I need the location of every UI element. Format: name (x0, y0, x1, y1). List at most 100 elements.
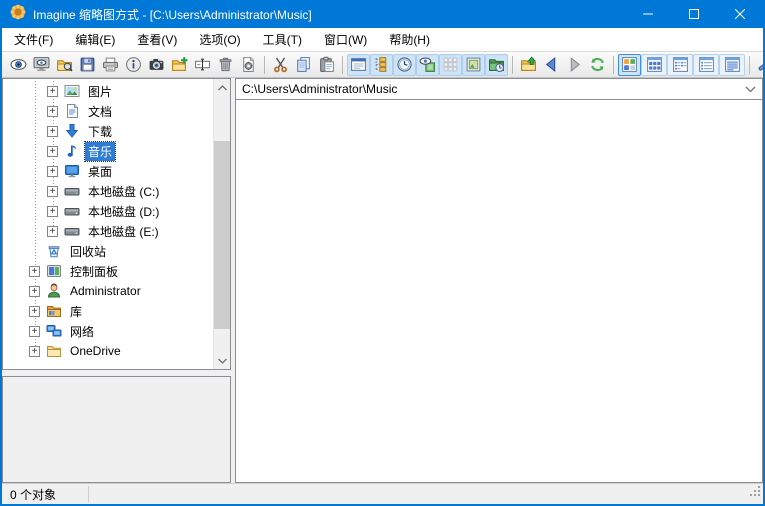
close-button[interactable] (717, 0, 763, 28)
view-list-button[interactable] (667, 54, 693, 76)
menu-help[interactable]: 帮助(H) (378, 28, 441, 52)
scroll-down-icon[interactable] (214, 352, 231, 369)
up-folder-button[interactable] (517, 54, 540, 76)
toolbar-separator (512, 56, 513, 74)
disk-icon (64, 183, 80, 199)
expand-icon[interactable] (29, 346, 40, 357)
documents-icon (64, 103, 80, 119)
toolbar-separator (264, 56, 265, 74)
toggle-preview-button[interactable] (416, 54, 439, 76)
rename-button[interactable] (191, 54, 214, 76)
properties-button[interactable] (237, 54, 260, 76)
chevron-down-icon[interactable] (745, 80, 756, 98)
statusbar-divider (88, 486, 89, 502)
copy-button[interactable] (292, 54, 315, 76)
fullscreen-button[interactable] (30, 54, 53, 76)
scrollbar-thumb[interactable] (214, 141, 230, 329)
menu-bar: 文件(F) 编辑(E) 查看(V) 选项(O) 工具(T) 窗口(W) 帮助(H… (2, 28, 763, 52)
expand-icon[interactable] (29, 266, 40, 277)
address-combobox[interactable]: C:\Users\Administrator\Music (235, 78, 763, 100)
menu-window[interactable]: 窗口(W) (313, 28, 378, 52)
minimize-button[interactable] (625, 0, 671, 28)
menu-file[interactable]: 文件(F) (3, 28, 64, 52)
expand-icon[interactable] (29, 286, 40, 297)
menu-options[interactable]: 选项(O) (188, 28, 251, 52)
thumbnail-content-pane[interactable] (235, 100, 763, 483)
tree-item-disk-c[interactable]: 本地磁盘 (C:) (3, 181, 213, 201)
resize-grip[interactable] (748, 484, 762, 503)
tree-item-administrator[interactable]: Administrator (3, 281, 213, 301)
object-count: 0 个对象 (2, 486, 56, 503)
menu-view[interactable]: 查看(V) (126, 28, 188, 52)
expand-icon[interactable] (47, 86, 58, 97)
toolbar-separator (749, 56, 750, 74)
tree-item-recycle-bin[interactable]: 回收站 (3, 241, 213, 261)
status-bar: 0 个对象 (2, 483, 763, 504)
tree-item-downloads[interactable]: 下载 (3, 121, 213, 141)
address-value[interactable]: C:\Users\Administrator\Music (242, 82, 745, 96)
delete-button[interactable] (214, 54, 237, 76)
back-button[interactable] (540, 54, 563, 76)
tree-item-disk-e[interactable]: 本地磁盘 (E:) (3, 221, 213, 241)
maximize-button[interactable] (671, 0, 717, 28)
menu-tools[interactable]: 工具(T) (252, 28, 313, 52)
toggle-window-view-button[interactable] (347, 54, 370, 76)
cut-button[interactable] (269, 54, 292, 76)
tree-item-documents[interactable]: 文档 (3, 101, 213, 121)
forward-button[interactable] (563, 54, 586, 76)
capture-button[interactable] (145, 54, 168, 76)
tree-item-libraries[interactable]: 库 (3, 301, 213, 321)
tree-item-onedrive[interactable]: OneDrive (3, 341, 213, 361)
window-title: Imagine 缩略图方式 - [C:\Users\Administrator\… (33, 6, 625, 23)
settings-button[interactable] (754, 54, 765, 76)
network-icon (46, 323, 62, 339)
save-button[interactable] (76, 54, 99, 76)
new-folder-button[interactable] (168, 54, 191, 76)
tree-item-pictures[interactable]: 图片 (3, 81, 213, 101)
paste-button[interactable] (315, 54, 338, 76)
left-column: 图片 文档 下载 音乐 (2, 78, 231, 483)
view-details-button[interactable] (693, 54, 719, 76)
expand-icon[interactable] (29, 326, 40, 337)
expander-spacer (29, 246, 40, 257)
recycle-bin-icon (46, 243, 62, 259)
toggle-image-pane-button[interactable] (462, 54, 485, 76)
view-image-button[interactable] (7, 54, 30, 76)
toggle-folder-tree-button[interactable] (370, 54, 393, 76)
view-report-button[interactable] (719, 54, 745, 76)
expand-icon[interactable] (47, 226, 58, 237)
user-icon (46, 283, 62, 299)
scroll-up-icon[interactable] (214, 79, 231, 96)
expand-icon[interactable] (29, 306, 40, 317)
info-button[interactable] (122, 54, 145, 76)
tree-item-desktop[interactable]: 桌面 (3, 161, 213, 181)
app-icon (10, 4, 26, 25)
menu-edit[interactable]: 编辑(E) (64, 28, 126, 52)
expand-icon[interactable] (47, 146, 58, 157)
tree-item-network[interactable]: 网络 (3, 321, 213, 341)
disk-icon (64, 223, 80, 239)
expand-icon[interactable] (47, 206, 58, 217)
tree-item-music[interactable]: 音乐 (3, 141, 213, 161)
expand-icon[interactable] (47, 186, 58, 197)
tree-item-disk-d[interactable]: 本地磁盘 (D:) (3, 201, 213, 221)
toggle-thumbnail-grid-button[interactable] (439, 54, 462, 76)
preview-pane (2, 376, 231, 483)
tree-item-control-panel[interactable]: 控制面板 (3, 261, 213, 281)
browse-folder-button[interactable] (53, 54, 76, 76)
toggle-sort-time-button[interactable] (393, 54, 416, 76)
expand-icon[interactable] (47, 106, 58, 117)
view-small-icons-button[interactable] (641, 54, 667, 76)
print-button[interactable] (99, 54, 122, 76)
view-thumbnails-button[interactable] (618, 54, 641, 76)
app-window: Imagine 缩略图方式 - [C:\Users\Administrator\… (0, 0, 765, 506)
expand-icon[interactable] (47, 166, 58, 177)
tree-scrollbar[interactable] (213, 79, 230, 369)
folder-icon (46, 343, 62, 359)
right-column: C:\Users\Administrator\Music (235, 78, 763, 483)
pictures-icon (64, 83, 80, 99)
expand-icon[interactable] (47, 126, 58, 137)
toggle-folder-history-button[interactable] (485, 54, 508, 76)
folder-tree-pane: 图片 文档 下载 音乐 (2, 78, 231, 370)
refresh-button[interactable] (586, 54, 609, 76)
